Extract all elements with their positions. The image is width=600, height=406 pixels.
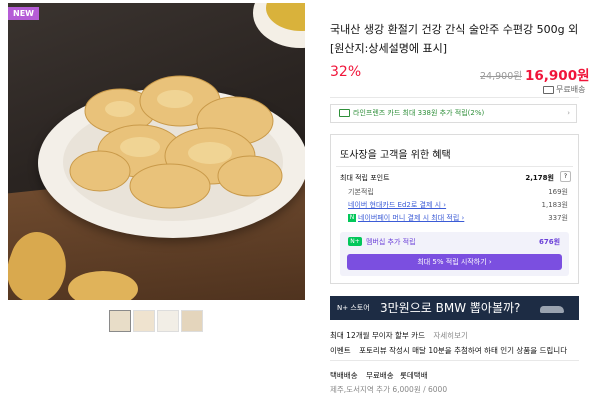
new-badge: NEW — [8, 7, 39, 20]
membership-icon: N+ — [348, 237, 362, 246]
membership-start-button[interactable]: 최대 5% 적립 시작하기 › — [347, 254, 562, 270]
thumbnail-1[interactable] — [109, 310, 131, 332]
thumbnail-3[interactable] — [157, 310, 179, 332]
max-points-value: 2,178원 — [525, 174, 554, 182]
car-icon — [540, 306, 564, 313]
card-icon — [339, 109, 350, 117]
shipping-label: 무료배송 — [556, 85, 586, 94]
product-main-image — [8, 3, 305, 300]
event-text: 포토리뷰 작성시 매달 10분을 추첨하여 하태 인기 상품을 드립니다 — [359, 346, 568, 355]
delivery-fee: 무료배송 — [366, 371, 394, 380]
benefits-title: 또사장을 고객을 위한 혜택 — [340, 150, 451, 161]
chevron-right-icon: › — [567, 109, 570, 117]
thumbnail-4[interactable] — [181, 310, 203, 332]
naverpay-icon: N — [348, 214, 356, 222]
basic-points-value: 169원 — [548, 188, 568, 196]
hyundai-card-value: 1,183원 — [541, 201, 568, 209]
thumbnail-2[interactable] — [133, 310, 155, 332]
divider — [330, 360, 579, 361]
naverpay-value: 337원 — [548, 214, 568, 222]
event-info: 이벤트 포토리뷰 작성시 매달 10분을 추첨하여 하태 인기 상품을 드립니다 — [330, 345, 567, 356]
delivery-company: 롯데택배 — [400, 371, 428, 380]
shipping-info: 무료배송 — [543, 84, 585, 95]
hyundai-card-link[interactable]: 네이버 현대카드 Ed2로 결제 시 › — [348, 200, 446, 210]
basic-points-label: 기본적립 — [348, 188, 374, 196]
event-label: 이벤트 — [330, 346, 351, 355]
product-origin: [원산지:상세설명에 표시] — [330, 42, 447, 55]
sale-price: 16,900원 — [525, 68, 590, 84]
truck-icon — [543, 85, 554, 94]
divider — [336, 166, 573, 167]
extra-fee: 제주,도서지역 추가 6,000원 / 6000 — [330, 385, 448, 394]
delivery-info: 택배배송 무료배송 롯데택배 — [330, 370, 428, 381]
naverpay-row[interactable]: N 네이버페이 머니 결제 시 최대 적립 › — [348, 213, 464, 223]
installment-label: 최대 12개월 무이자 할부 카드 — [330, 331, 425, 340]
divider — [330, 97, 579, 98]
banner-store-label: N+ 스토어 — [337, 304, 370, 312]
card-offer-box[interactable]: 라인프렌즈 카드 최대 338원 추가 적립(2%) › — [330, 104, 577, 123]
banner-text: 3만원으로 BMW 뽑아볼까? — [380, 301, 521, 315]
naverpay-link[interactable]: 네이버페이 머니 결제 시 최대 적립 › — [358, 214, 464, 222]
max-points-label: 최대 적립 포인트 — [340, 174, 390, 182]
original-price: 24,900원 — [480, 71, 522, 82]
membership-value: 676원 — [539, 238, 561, 246]
help-icon[interactable]: ? — [560, 171, 571, 182]
installment-info: 최대 12개월 무이자 할부 카드 자세히보기 — [330, 330, 468, 341]
membership-label: 멤버십 추가 적립 — [366, 238, 416, 246]
card-offer-label: 라인프렌즈 카드 최대 338원 추가 적립(2%) — [353, 109, 485, 117]
details-link[interactable]: 자세히보기 — [433, 331, 468, 340]
discount-rate: 32% — [330, 64, 362, 80]
delivery-label: 택배배송 — [330, 371, 358, 380]
product-title: 국내산 생강 환절기 건강 간식 술안주 수편강 500g 외 — [330, 23, 579, 36]
